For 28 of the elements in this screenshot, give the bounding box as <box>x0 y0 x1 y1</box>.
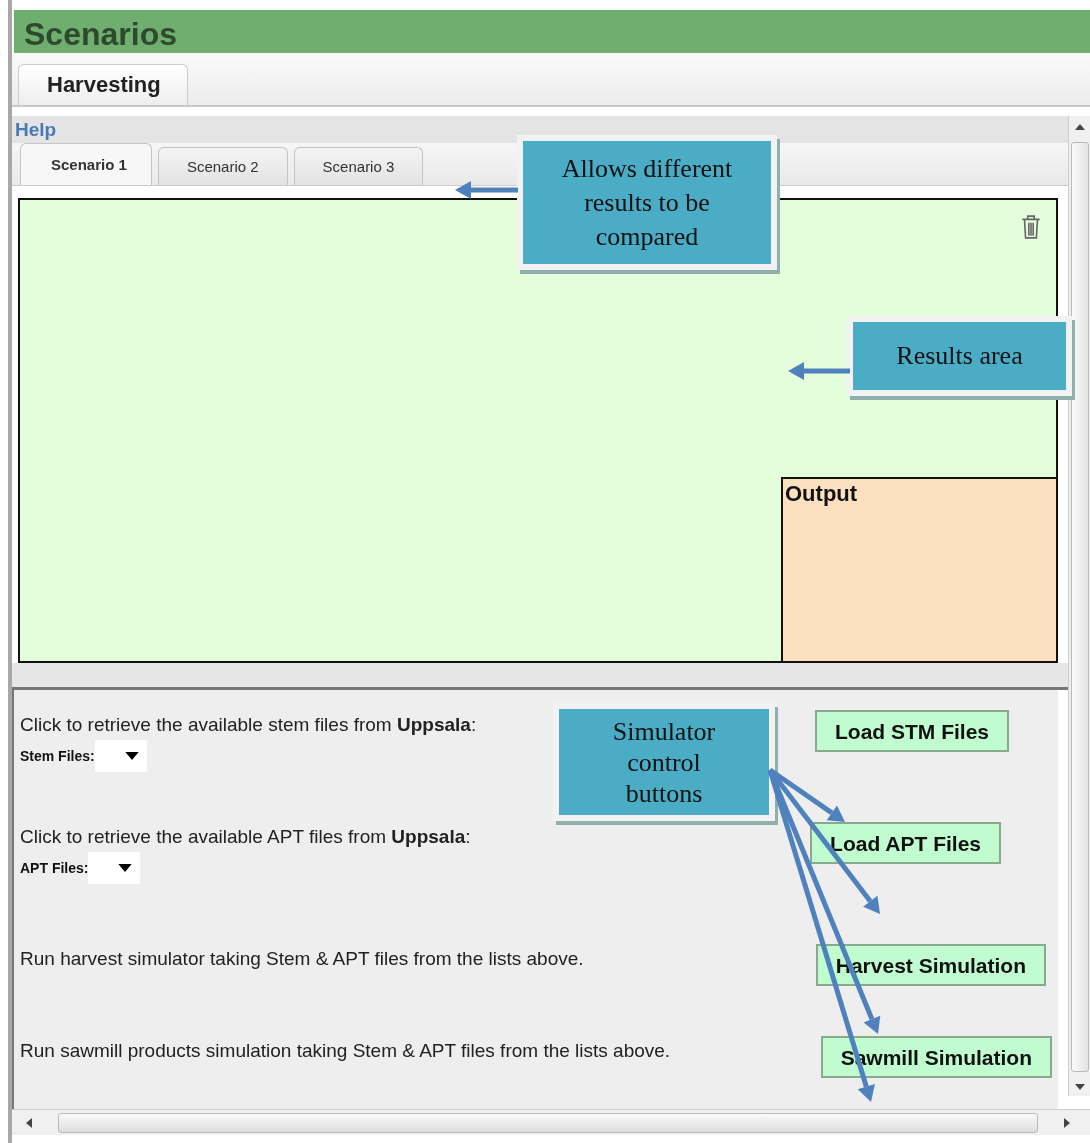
description-text: Click to retrieve the available stem files from Uppsala: <box>20 713 477 736</box>
caret-icon <box>124 752 139 760</box>
callout-text: Results area <box>896 340 1023 372</box>
pointer-arrow <box>788 362 850 380</box>
action-button[interactable]: Load STM Files <box>815 710 1009 752</box>
trash-icon[interactable] <box>1020 214 1042 240</box>
callout-text: Allows different results to be compared <box>560 152 734 253</box>
description-text: Click to retrieve the available APT files from Uppsala: <box>20 825 471 848</box>
action-button[interactable]: Load APT Files <box>810 822 1001 864</box>
action-button[interactable]: Sawmill Simulation <box>820 1036 1052 1078</box>
pointer-arrow <box>455 181 518 199</box>
horizontal-scrollbar[interactable] <box>12 1109 1090 1135</box>
vertical-scrollbar[interactable] <box>1068 116 1090 1096</box>
description-text: Run harvest simulator taking Stem & APT files from the lists above. <box>20 947 584 970</box>
description-text: Run sawmill products simulation taking Stem & APT files from the lists above. <box>20 1039 671 1062</box>
tab[interactable]: Scenario 3 <box>293 147 424 185</box>
page-title: Scenarios <box>24 15 177 53</box>
splitter-bar[interactable] <box>12 663 1068 690</box>
field-label: APT Files: <box>20 860 89 876</box>
file-dropdown[interactable] <box>94 740 147 772</box>
caret-icon <box>118 864 133 872</box>
file-dropdown[interactable] <box>88 852 141 884</box>
tab[interactable]: Scenario 1 <box>20 143 152 185</box>
field-label: Stem Files: <box>20 748 95 764</box>
callout-text: Simulator control buttons <box>611 715 717 809</box>
output-title: Output <box>785 481 858 506</box>
tab[interactable]: Scenario 2 <box>157 147 288 185</box>
tab[interactable]: Harvesting <box>18 64 188 105</box>
